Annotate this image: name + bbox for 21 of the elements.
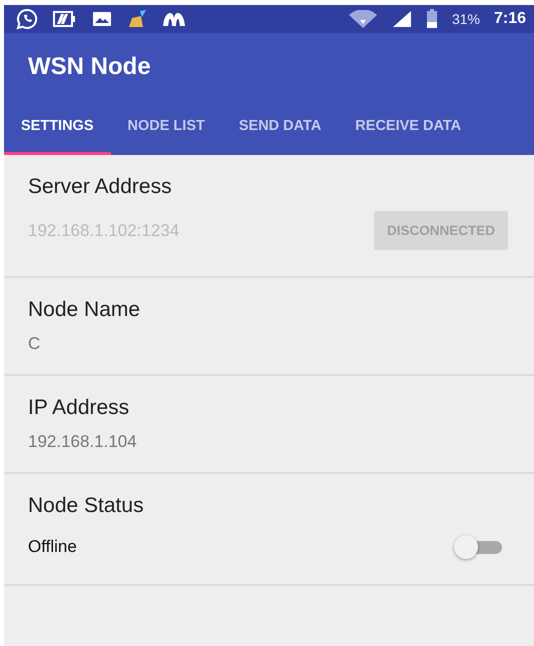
setting-title: Node Name <box>28 298 142 322</box>
tab[interactable]: SETTINGS <box>4 100 111 155</box>
image-icon <box>92 10 112 28</box>
status-value: Offline <box>28 537 77 557</box>
battery-charge-icon <box>52 10 78 28</box>
wifi-icon <box>348 10 378 28</box>
setting-value: 192.168.1.104 <box>28 432 138 453</box>
setting-title: Node Status <box>28 494 145 518</box>
battery-percent: 31% <box>452 11 480 27</box>
logo-icon <box>162 11 186 27</box>
app-title: WSN Node <box>28 52 151 80</box>
setting-title: Server Address <box>28 175 173 199</box>
battery-icon <box>426 9 438 29</box>
setting-title: IP Address <box>28 396 130 420</box>
tab[interactable]: SEND DATA <box>222 100 338 155</box>
signal-icon <box>392 10 412 28</box>
chat-icon <box>16 8 38 30</box>
tab[interactable]: RECEIVE DATA <box>338 100 478 155</box>
tab[interactable]: NODE LIST <box>110 100 222 155</box>
setting-value: C <box>28 334 42 355</box>
clock-time: 7:16 <box>494 10 526 28</box>
